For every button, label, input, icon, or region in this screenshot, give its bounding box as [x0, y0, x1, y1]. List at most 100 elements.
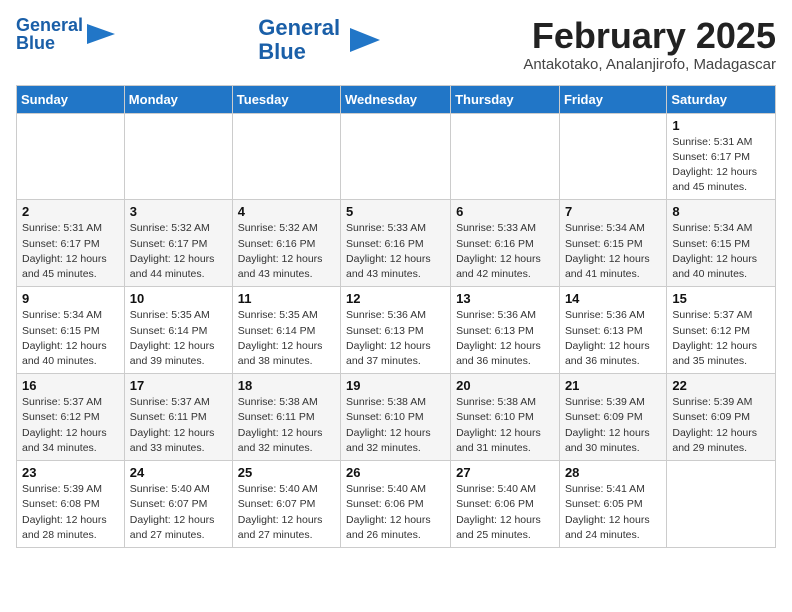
calendar-week-2: 2 Sunrise: 5:31 AM Sunset: 6:17 PM Daylig…: [17, 200, 776, 287]
day-info: Sunrise: 5:31 AM Sunset: 6:17 PM Dayligh…: [22, 221, 119, 282]
title-block: February 2025 Antakotako, Analanjirofo, …: [523, 16, 776, 73]
day-info: Sunrise: 5:36 AM Sunset: 6:13 PM Dayligh…: [565, 308, 661, 369]
calendar-week-1: 1 Sunrise: 5:31 AM Sunset: 6:17 PM Daylig…: [17, 113, 776, 200]
day-info: Sunrise: 5:34 AM Sunset: 6:15 PM Dayligh…: [22, 308, 119, 369]
calendar-header: SundayMondayTuesdayWednesdayThursdayFrid…: [17, 85, 776, 113]
calendar-cell: 11 Sunrise: 5:35 AM Sunset: 6:14 PM Dayli…: [232, 287, 340, 374]
calendar-cell: [232, 113, 340, 200]
day-info: Sunrise: 5:33 AM Sunset: 6:16 PM Dayligh…: [346, 221, 445, 282]
day-number: 16: [22, 378, 119, 393]
day-info: Sunrise: 5:31 AM Sunset: 6:17 PM Dayligh…: [672, 135, 770, 196]
calendar-cell: 2 Sunrise: 5:31 AM Sunset: 6:17 PM Daylig…: [17, 200, 125, 287]
calendar-cell: 14 Sunrise: 5:36 AM Sunset: 6:13 PM Dayli…: [559, 287, 666, 374]
day-info: Sunrise: 5:32 AM Sunset: 6:17 PM Dayligh…: [130, 221, 227, 282]
calendar-cell: 15 Sunrise: 5:37 AM Sunset: 6:12 PM Dayli…: [667, 287, 776, 374]
calendar-cell: 28 Sunrise: 5:41 AM Sunset: 6:05 PM Dayli…: [559, 461, 666, 548]
day-info: Sunrise: 5:40 AM Sunset: 6:07 PM Dayligh…: [238, 482, 335, 543]
calendar-table: SundayMondayTuesdayWednesdayThursdayFrid…: [16, 85, 776, 548]
weekday-header-saturday: Saturday: [667, 85, 776, 113]
day-info: Sunrise: 5:40 AM Sunset: 6:07 PM Dayligh…: [130, 482, 227, 543]
weekday-header-friday: Friday: [559, 85, 666, 113]
day-number: 20: [456, 378, 554, 393]
day-number: 5: [346, 204, 445, 219]
logo: General Blue: [16, 16, 115, 52]
calendar-cell: 26Sunrise: 5:40 AM Sunset: 6:06 PM Dayli…: [341, 461, 451, 548]
calendar-cell: [667, 461, 776, 548]
day-number: 18: [238, 378, 335, 393]
logo-general: General: [258, 16, 340, 40]
weekday-header-tuesday: Tuesday: [232, 85, 340, 113]
calendar-cell: 13 Sunrise: 5:36 AM Sunset: 6:13 PM Dayli…: [451, 287, 560, 374]
calendar-cell: 1 Sunrise: 5:31 AM Sunset: 6:17 PM Daylig…: [667, 113, 776, 200]
calendar-cell: 21Sunrise: 5:39 AM Sunset: 6:09 PM Dayli…: [559, 374, 666, 461]
day-number: 7: [565, 204, 661, 219]
calendar-cell: 12 Sunrise: 5:36 AM Sunset: 6:13 PM Dayli…: [341, 287, 451, 374]
calendar-cell: 27 Sunrise: 5:40 AM Sunset: 6:06 PM Dayli…: [451, 461, 560, 548]
calendar-week-3: 9Sunrise: 5:34 AM Sunset: 6:15 PM Daylig…: [17, 287, 776, 374]
day-info: Sunrise: 5:41 AM Sunset: 6:05 PM Dayligh…: [565, 482, 661, 543]
day-info: Sunrise: 5:37 AM Sunset: 6:12 PM Dayligh…: [22, 395, 119, 456]
day-number: 2: [22, 204, 119, 219]
calendar-cell: 24 Sunrise: 5:40 AM Sunset: 6:07 PM Dayli…: [124, 461, 232, 548]
calendar-cell: 7Sunrise: 5:34 AM Sunset: 6:15 PM Daylig…: [559, 200, 666, 287]
month-title: February 2025: [523, 16, 776, 56]
calendar-cell: 17 Sunrise: 5:37 AM Sunset: 6:11 PM Dayli…: [124, 374, 232, 461]
day-info: Sunrise: 5:38 AM Sunset: 6:10 PM Dayligh…: [456, 395, 554, 456]
day-number: 24: [130, 465, 227, 480]
day-info: Sunrise: 5:40 AM Sunset: 6:06 PM Dayligh…: [346, 482, 445, 543]
logo-blue-text: Blue: [16, 34, 83, 52]
day-number: 1: [672, 118, 770, 133]
calendar-cell: 4Sunrise: 5:32 AM Sunset: 6:16 PM Daylig…: [232, 200, 340, 287]
weekday-header-thursday: Thursday: [451, 85, 560, 113]
day-number: 14: [565, 291, 661, 306]
day-number: 12: [346, 291, 445, 306]
calendar-cell: [451, 113, 560, 200]
calendar-cell: 22 Sunrise: 5:39 AM Sunset: 6:09 PM Dayli…: [667, 374, 776, 461]
day-info: Sunrise: 5:40 AM Sunset: 6:06 PM Dayligh…: [456, 482, 554, 543]
day-info: Sunrise: 5:37 AM Sunset: 6:12 PM Dayligh…: [672, 308, 770, 369]
day-info: Sunrise: 5:39 AM Sunset: 6:09 PM Dayligh…: [672, 395, 770, 456]
day-number: 11: [238, 291, 335, 306]
day-info: Sunrise: 5:36 AM Sunset: 6:13 PM Dayligh…: [456, 308, 554, 369]
calendar-cell: 6Sunrise: 5:33 AM Sunset: 6:16 PM Daylig…: [451, 200, 560, 287]
day-number: 28: [565, 465, 661, 480]
calendar-cell: 10 Sunrise: 5:35 AM Sunset: 6:14 PM Dayli…: [124, 287, 232, 374]
day-info: Sunrise: 5:35 AM Sunset: 6:14 PM Dayligh…: [130, 308, 227, 369]
day-number: 3: [130, 204, 227, 219]
day-number: 22: [672, 378, 770, 393]
day-number: 23: [22, 465, 119, 480]
day-number: 27: [456, 465, 554, 480]
day-info: Sunrise: 5:35 AM Sunset: 6:14 PM Dayligh…: [238, 308, 335, 369]
calendar-cell: 9Sunrise: 5:34 AM Sunset: 6:15 PM Daylig…: [17, 287, 125, 374]
logo-blue: Blue: [258, 40, 306, 64]
calendar-week-4: 16 Sunrise: 5:37 AM Sunset: 6:12 PM Dayli…: [17, 374, 776, 461]
calendar-week-5: 23 Sunrise: 5:39 AM Sunset: 6:08 PM Dayli…: [17, 461, 776, 548]
calendar-cell: [341, 113, 451, 200]
calendar-cell: 23 Sunrise: 5:39 AM Sunset: 6:08 PM Dayli…: [17, 461, 125, 548]
logo-arrow-icon: [87, 20, 115, 48]
day-number: 17: [130, 378, 227, 393]
day-info: Sunrise: 5:36 AM Sunset: 6:13 PM Dayligh…: [346, 308, 445, 369]
day-number: 13: [456, 291, 554, 306]
weekday-header-sunday: Sunday: [17, 85, 125, 113]
logo-triangle-icon: [350, 28, 380, 52]
day-info: Sunrise: 5:39 AM Sunset: 6:08 PM Dayligh…: [22, 482, 119, 543]
day-number: 4: [238, 204, 335, 219]
day-number: 15: [672, 291, 770, 306]
calendar-cell: 18 Sunrise: 5:38 AM Sunset: 6:11 PM Dayli…: [232, 374, 340, 461]
calendar-cell: [17, 113, 125, 200]
day-number: 25: [238, 465, 335, 480]
day-info: Sunrise: 5:39 AM Sunset: 6:09 PM Dayligh…: [565, 395, 661, 456]
day-number: 10: [130, 291, 227, 306]
day-info: Sunrise: 5:38 AM Sunset: 6:11 PM Dayligh…: [238, 395, 335, 456]
day-info: Sunrise: 5:37 AM Sunset: 6:11 PM Dayligh…: [130, 395, 227, 456]
calendar-cell: 8 Sunrise: 5:34 AM Sunset: 6:15 PM Daylig…: [667, 200, 776, 287]
calendar-cell: 20 Sunrise: 5:38 AM Sunset: 6:10 PM Dayli…: [451, 374, 560, 461]
calendar-cell: 16 Sunrise: 5:37 AM Sunset: 6:12 PM Dayli…: [17, 374, 125, 461]
weekday-header-monday: Monday: [124, 85, 232, 113]
weekday-header-wednesday: Wednesday: [341, 85, 451, 113]
day-number: 19: [346, 378, 445, 393]
day-info: Sunrise: 5:34 AM Sunset: 6:15 PM Dayligh…: [672, 221, 770, 282]
logo-text-block: General Blue: [16, 16, 83, 52]
day-number: 8: [672, 204, 770, 219]
